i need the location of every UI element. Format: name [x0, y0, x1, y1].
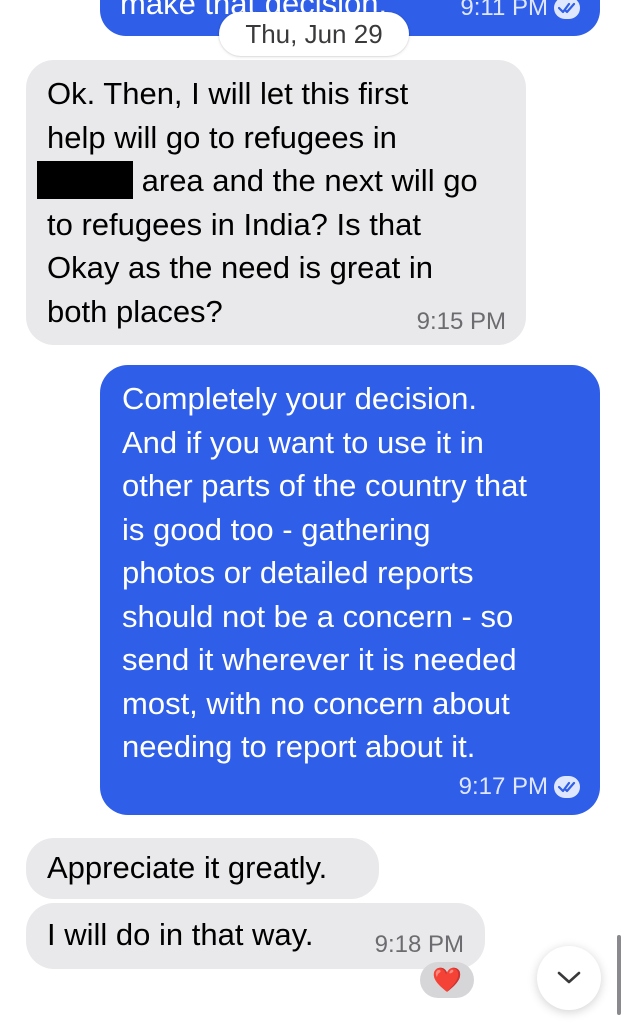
message-line: help will go to refugees in: [47, 119, 397, 155]
heart-reaction[interactable]: ❤️: [420, 962, 474, 998]
date-divider: Thu, Jun 29: [219, 12, 409, 56]
incoming-message-bubble[interactable]: Ok. Then, I will let this first help wil…: [26, 60, 526, 345]
message-line: should not be a concern - so: [122, 598, 514, 634]
delivered-check-icon: [554, 0, 580, 19]
incoming-message-bubble[interactable]: I will do in that way. 9:18 PM: [26, 903, 485, 969]
message-line: photos or detailed reports: [122, 555, 474, 590]
outgoing-message-bubble[interactable]: Completely your decision. And if you wan…: [100, 365, 600, 815]
message-text: Appreciate it greatly.: [47, 850, 328, 885]
date-label: Thu, Jun 29: [245, 18, 383, 49]
incoming-message-bubble[interactable]: Appreciate it greatly.: [26, 838, 379, 899]
scroll-to-bottom-button[interactable]: [537, 946, 601, 1010]
message-line: send it wherever it is needed: [122, 642, 517, 677]
message-line: is good too - gathering: [122, 511, 431, 547]
message-line: other parts of the country that: [122, 468, 527, 503]
chevron-down-icon: [557, 971, 581, 984]
scrollbar[interactable]: [617, 935, 621, 1015]
message-line: needing to report about it.: [122, 729, 476, 764]
delivered-check-icon: [554, 776, 580, 798]
message-line-with-redaction: area and the next will go: [37, 159, 506, 203]
message-line: most, with no concern about: [122, 685, 510, 721]
message-line: Okay as the need is great in: [47, 250, 434, 285]
message-line-text: area and the next will go: [141, 163, 478, 198]
message-time: 9:15 PM: [416, 308, 506, 335]
message-line: And if you want to use it in: [122, 424, 484, 460]
message-line: to refugees in India? Is that: [47, 206, 421, 242]
redacted-text-block: [37, 161, 133, 199]
message-line: Ok. Then, I will let this first: [47, 76, 409, 111]
heart-icon: ❤️: [432, 966, 462, 994]
message-time: 9:11 PM: [460, 0, 548, 21]
message-time: 9:18 PM: [374, 931, 464, 958]
message-line: Completely your decision.: [122, 381, 477, 416]
message-time: 9:17 PM: [458, 773, 548, 800]
